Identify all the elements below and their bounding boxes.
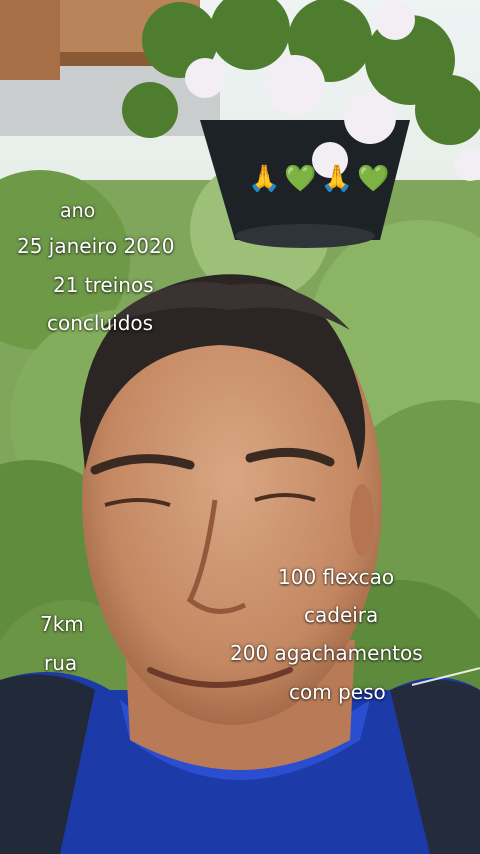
run-distance-text: 7km <box>40 612 84 636</box>
story-frame: 🙏💚🙏💚 ano 25 janeiro 2020 21 treinos conc… <box>0 0 480 854</box>
weights-text: com peso <box>289 680 386 704</box>
green-heart-icon: 💚 <box>357 164 394 194</box>
squats-text: 200 agachamentos <box>230 641 423 665</box>
praying-hands-icon: 🙏 <box>248 164 285 194</box>
green-heart-icon: 💚 <box>284 164 321 194</box>
workouts-text-line2: concluidos <box>47 311 154 335</box>
date-text: 25 janeiro 2020 <box>17 234 175 258</box>
workouts-text-line1: 21 treinos <box>53 273 154 297</box>
year-text: ano <box>60 200 96 222</box>
chair-text: cadeira <box>304 603 379 627</box>
selfie-photo <box>0 0 480 854</box>
praying-hands-icon: 🙏 <box>320 164 358 194</box>
pushups-text: 100 flexcao <box>278 565 395 589</box>
run-location-text: rua <box>44 651 78 675</box>
emoji-stickers: 🙏💚🙏💚 <box>248 164 394 194</box>
